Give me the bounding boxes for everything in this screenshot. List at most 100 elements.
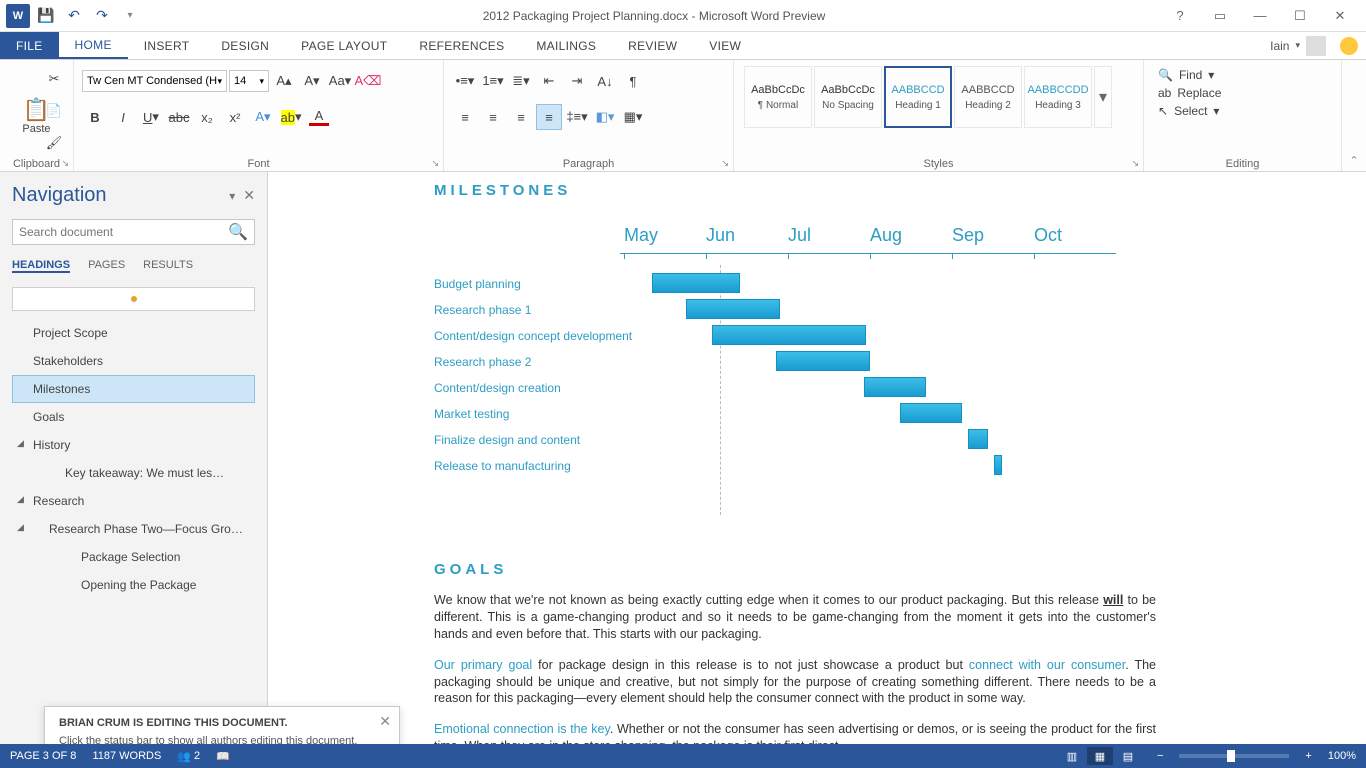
text-effects-icon[interactable]: A▾ <box>250 104 276 130</box>
strikethrough-icon[interactable]: abc <box>166 104 192 130</box>
italic-icon[interactable]: I <box>110 104 136 130</box>
status-proofing-icon[interactable]: 📖 <box>216 750 230 763</box>
increase-indent-icon[interactable]: ⇥ <box>564 68 590 94</box>
help-icon[interactable]: ? <box>1166 8 1194 23</box>
close-icon[interactable]: ✕ <box>1326 8 1354 24</box>
copy-icon[interactable]: 📄 <box>41 98 67 124</box>
user-area[interactable]: Iain ▾ <box>1270 32 1366 59</box>
multilevel-icon[interactable]: ≣▾ <box>508 68 534 94</box>
dialog-launcher-icon[interactable]: ↘ <box>721 158 729 169</box>
nav-item[interactable]: Milestones <box>12 375 255 403</box>
style-heading-1[interactable]: AABBCCDHeading 1 <box>884 66 952 128</box>
nav-item[interactable]: Key takeaway: We must les… <box>12 459 255 487</box>
superscript-icon[interactable]: x² <box>222 104 248 130</box>
nav-item[interactable]: Package Selection <box>12 543 255 571</box>
style-heading-3[interactable]: AABBCCDDHeading 3 <box>1024 66 1092 128</box>
decrease-indent-icon[interactable]: ⇤ <box>536 68 562 94</box>
tab-design[interactable]: DESIGN <box>205 32 285 59</box>
zoom-in-icon[interactable]: + <box>1305 750 1311 762</box>
format-painter-icon[interactable]: 🖌 <box>41 130 67 156</box>
search-input[interactable] <box>19 225 228 239</box>
nav-marker[interactable] <box>12 287 255 311</box>
tab-home[interactable]: HOME <box>59 32 128 59</box>
style-no-spacing[interactable]: AaBbCcDcNo Spacing <box>814 66 882 128</box>
sort-icon[interactable]: A↓ <box>592 68 618 94</box>
minimize-icon[interactable]: — <box>1246 8 1274 23</box>
status-page[interactable]: PAGE 3 OF 8 <box>10 750 76 762</box>
save-icon[interactable]: 💾 <box>34 4 58 28</box>
read-mode-icon[interactable]: ▥ <box>1059 747 1085 765</box>
find-button[interactable]: 🔍Find ▾ <box>1158 68 1327 82</box>
nav-close-icon[interactable]: ✕ <box>243 187 255 204</box>
zoom-out-icon[interactable]: − <box>1157 750 1163 762</box>
grow-font-icon[interactable]: A▴ <box>271 68 297 94</box>
nav-search[interactable]: 🔍 <box>12 219 255 245</box>
clear-format-icon[interactable]: A⌫ <box>355 68 381 94</box>
tab-page-layout[interactable]: PAGE LAYOUT <box>285 32 403 59</box>
cut-icon[interactable]: ✂ <box>41 66 67 92</box>
underline-icon[interactable]: U▾ <box>138 104 164 130</box>
shrink-font-icon[interactable]: A▾ <box>299 68 325 94</box>
nav-item[interactable]: Project Scope <box>12 319 255 347</box>
align-right-icon[interactable]: ≡ <box>508 104 534 130</box>
replace-button[interactable]: abReplace <box>1158 86 1327 100</box>
borders-icon[interactable]: ▦▾ <box>620 104 646 130</box>
subscript-icon[interactable]: x₂ <box>194 104 220 130</box>
search-icon[interactable]: 🔍 <box>228 222 248 242</box>
style--normal[interactable]: AaBbCcDc¶ Normal <box>744 66 812 128</box>
collapse-ribbon-icon[interactable]: ⌃ <box>1349 154 1358 167</box>
change-case-icon[interactable]: Aa▾ <box>327 68 353 94</box>
font-color-icon[interactable]: A <box>306 104 332 130</box>
justify-icon[interactable]: ≡ <box>536 104 562 130</box>
highlight-icon[interactable]: ab▾ <box>278 104 304 130</box>
tab-view[interactable]: VIEW <box>693 32 757 59</box>
dialog-launcher-icon[interactable]: ↘ <box>431 158 439 169</box>
tab-references[interactable]: REFERENCES <box>403 32 520 59</box>
nav-item[interactable]: Stakeholders <box>12 347 255 375</box>
styles-gallery[interactable]: AaBbCcDc¶ NormalAaBbCcDcNo SpacingAABBCC… <box>742 64 1135 130</box>
document-scroll[interactable]: MILESTONES MayJunJulAugSepOct Budget pla… <box>268 172 1366 756</box>
select-button[interactable]: ↖Select ▾ <box>1158 104 1327 118</box>
nav-item[interactable]: ◢Research <box>12 487 255 515</box>
dialog-launcher-icon[interactable]: ↘ <box>1131 158 1139 169</box>
document-page: MILESTONES MayJunJulAugSepOct Budget pla… <box>434 172 1156 755</box>
tab-file[interactable]: FILE <box>0 32 59 59</box>
style-heading-2[interactable]: AABBCCDHeading 2 <box>954 66 1022 128</box>
nav-item[interactable]: Opening the Package <box>12 571 255 599</box>
zoom-slider[interactable] <box>1179 754 1289 758</box>
shading-icon[interactable]: ◧▾ <box>592 104 618 130</box>
numbering-icon[interactable]: 1≡▾ <box>480 68 506 94</box>
nav-item[interactable]: ◢History <box>12 431 255 459</box>
nav-item[interactable]: Goals <box>12 403 255 431</box>
font-size-combo[interactable]: 14▾ <box>229 70 269 92</box>
nav-tab-headings[interactable]: HEADINGS <box>12 259 70 273</box>
print-layout-icon[interactable]: ▦ <box>1087 747 1113 765</box>
align-left-icon[interactable]: ≡ <box>452 104 478 130</box>
web-layout-icon[interactable]: ▤ <box>1115 747 1141 765</box>
line-spacing-icon[interactable]: ‡≡▾ <box>564 104 590 130</box>
zoom-level[interactable]: 100% <box>1328 750 1356 762</box>
nav-options-icon[interactable]: ▾ <box>229 189 235 203</box>
bullets-icon[interactable]: •≡▾ <box>452 68 478 94</box>
font-name-combo[interactable]: Tw Cen MT Condensed (H▾ <box>82 70 227 92</box>
feedback-smiley-icon[interactable] <box>1340 37 1358 55</box>
bold-icon[interactable]: B <box>82 104 108 130</box>
tab-insert[interactable]: INSERT <box>128 32 206 59</box>
dialog-launcher-icon[interactable]: ↘ <box>61 158 69 169</box>
redo-icon[interactable]: ↷ <box>90 4 114 28</box>
nav-item[interactable]: ◢Research Phase Two—Focus Gro… <box>12 515 255 543</box>
nav-tab-results[interactable]: RESULTS <box>143 259 193 273</box>
qat-customize-icon[interactable]: ▾ <box>118 4 142 28</box>
tab-review[interactable]: REVIEW <box>612 32 693 59</box>
nav-tab-pages[interactable]: PAGES <box>88 259 125 273</box>
align-center-icon[interactable]: ≡ <box>480 104 506 130</box>
styles-more-icon[interactable]: ▾ <box>1094 66 1112 128</box>
status-words[interactable]: 1187 WORDS <box>92 750 161 762</box>
maximize-icon[interactable]: ☐ <box>1286 8 1314 24</box>
tooltip-close-icon[interactable]: ✕ <box>379 713 391 730</box>
ribbon-options-icon[interactable]: ▭ <box>1206 8 1234 24</box>
show-marks-icon[interactable]: ¶ <box>620 68 646 94</box>
undo-icon[interactable]: ↶ <box>62 4 86 28</box>
status-coauthors[interactable]: 👥2 <box>177 750 200 763</box>
tab-mailings[interactable]: MAILINGS <box>520 32 612 59</box>
